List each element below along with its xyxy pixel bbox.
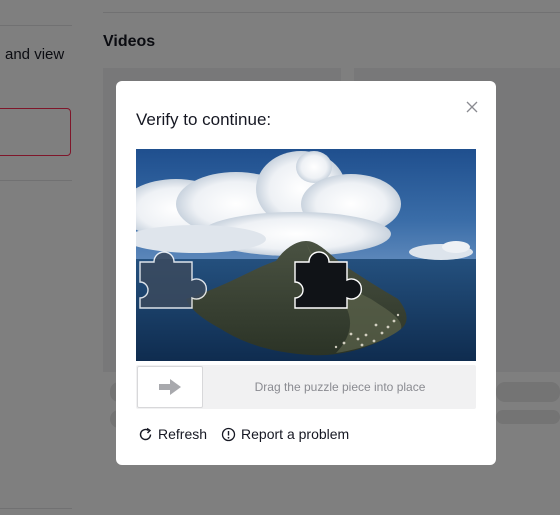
slider-hint: Drag the puzzle piece into place (254, 380, 426, 394)
captcha-modal: Verify to continue: Drag the puzzle piec… (116, 81, 496, 465)
report-problem-label: Report a problem (241, 426, 350, 442)
arrow-right-icon (159, 379, 181, 395)
captcha-title: Verify to continue: (136, 110, 272, 129)
info-icon (221, 427, 236, 441)
refresh-icon (139, 427, 152, 440)
refresh-button[interactable]: Refresh (138, 426, 207, 442)
report-problem-button[interactable]: Report a problem (221, 426, 349, 442)
refresh-label: Refresh (158, 426, 208, 442)
close-icon (466, 101, 478, 113)
captcha-puzzle-image (136, 149, 476, 361)
slider-handle[interactable] (137, 366, 203, 408)
slider-track[interactable]: Drag the puzzle piece into place (136, 365, 476, 409)
close-button[interactable] (464, 99, 480, 115)
captcha-footer: Refresh Report a problem (138, 426, 349, 442)
